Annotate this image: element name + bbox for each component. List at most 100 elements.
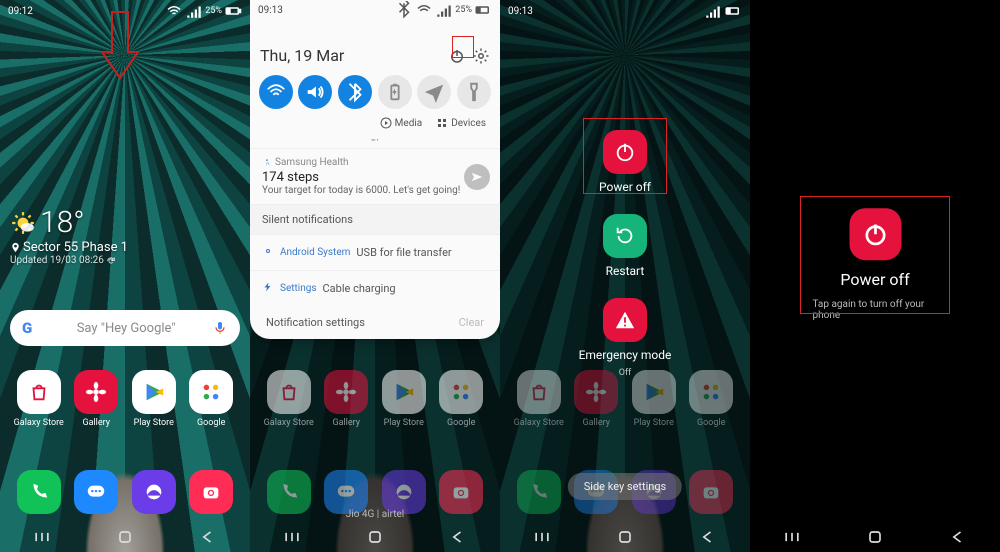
notif-action-icon[interactable] bbox=[464, 164, 490, 190]
alert-icon bbox=[603, 298, 647, 342]
side-key-settings-button[interactable]: Side key settings bbox=[568, 473, 682, 500]
silent-notif-row[interactable]: SettingsCable charging bbox=[250, 270, 500, 306]
app-label: Google bbox=[197, 418, 225, 428]
power-option-emergency[interactable]: Emergency mode Off bbox=[579, 298, 672, 378]
devices-button[interactable]: Devices bbox=[436, 117, 486, 129]
status-time: 09:13 bbox=[508, 6, 533, 17]
option-label: Emergency mode bbox=[579, 348, 672, 362]
media-devices-bar: Media Devices bbox=[250, 113, 500, 137]
notification-samsung-health[interactable]: Samsung Health 174 steps Your target for… bbox=[250, 148, 500, 204]
msg-icon bbox=[324, 470, 368, 514]
recents-button[interactable] bbox=[532, 527, 552, 547]
app-label: Gallery bbox=[82, 418, 110, 428]
google-logo-icon: G bbox=[22, 319, 32, 337]
flower-icon bbox=[324, 370, 368, 414]
notification-panel[interactable]: 09:13 25% Thu, 19 Mar Media bbox=[250, 0, 500, 339]
bag-icon bbox=[267, 370, 311, 414]
app-browser[interactable] bbox=[127, 470, 181, 514]
app-camera[interactable] bbox=[184, 470, 238, 514]
power-icon-highlight-annotation bbox=[452, 36, 474, 58]
recents-button[interactable] bbox=[782, 527, 802, 547]
app-camera[interactable] bbox=[434, 470, 488, 514]
option-sublabel: Off bbox=[619, 368, 631, 378]
status-right: 25% bbox=[165, 2, 242, 20]
app-play-store[interactable]: Play Store bbox=[127, 370, 181, 428]
app-google[interactable]: Google bbox=[184, 370, 238, 428]
silent-notif-row[interactable]: Android SystemUSB for file transfer bbox=[250, 234, 500, 270]
phone-icon bbox=[267, 470, 311, 514]
qs-torch[interactable] bbox=[457, 75, 491, 109]
recents-button[interactable] bbox=[32, 527, 52, 547]
qs-bt[interactable] bbox=[338, 75, 372, 109]
back-button[interactable] bbox=[198, 527, 218, 547]
notification-settings-link[interactable]: Notification settings bbox=[266, 316, 365, 329]
search-placeholder: Say "Hey Google" bbox=[40, 321, 212, 336]
back-button[interactable] bbox=[948, 527, 968, 547]
notif-title: 174 steps bbox=[262, 170, 488, 185]
qs-plane[interactable] bbox=[417, 75, 451, 109]
home-button[interactable] bbox=[365, 527, 385, 547]
qs-wifi[interactable] bbox=[259, 75, 293, 109]
app-phone[interactable] bbox=[262, 470, 316, 514]
panel-footer: Notification settings Clear bbox=[250, 306, 500, 339]
app-msg[interactable] bbox=[319, 470, 373, 514]
app-label: Play Store bbox=[384, 418, 424, 428]
swipe-down-arrow-annotation bbox=[100, 10, 140, 80]
app-label: Play Store bbox=[134, 418, 174, 428]
dock-row-bg bbox=[250, 470, 500, 514]
battery-icon bbox=[224, 2, 242, 20]
power-option-restart[interactable]: Restart bbox=[603, 214, 647, 278]
nav-bar bbox=[500, 522, 750, 552]
app-play-store[interactable]: Play Store bbox=[377, 370, 431, 428]
msg-icon bbox=[74, 470, 118, 514]
back-button[interactable] bbox=[448, 527, 468, 547]
app-browser[interactable] bbox=[377, 470, 431, 514]
app-galaxy-store[interactable]: Galaxy Store bbox=[12, 370, 66, 428]
play-icon bbox=[132, 370, 176, 414]
home-button[interactable] bbox=[865, 527, 885, 547]
home-button[interactable] bbox=[115, 527, 135, 547]
signal-icon bbox=[435, 1, 453, 19]
confirm-highlight-annotation bbox=[800, 196, 950, 314]
mic-icon[interactable] bbox=[212, 320, 228, 336]
back-button[interactable] bbox=[698, 527, 718, 547]
weather-widget[interactable]: 18° Sector 55 Phase 1 Updated 19/03 08:2… bbox=[10, 205, 128, 266]
qs-saver[interactable] bbox=[378, 75, 412, 109]
recents-button[interactable] bbox=[282, 527, 302, 547]
media-button[interactable]: Media bbox=[380, 117, 423, 129]
battery-pct: 25% bbox=[455, 5, 472, 15]
nav-bar bbox=[750, 522, 1000, 552]
settings-gear-icon[interactable] bbox=[472, 47, 490, 65]
app-phone[interactable] bbox=[12, 470, 66, 514]
grid-icon bbox=[189, 370, 233, 414]
clear-notifications-button[interactable]: Clear bbox=[459, 316, 484, 329]
battery-icon bbox=[724, 2, 742, 20]
dock-row bbox=[0, 470, 250, 514]
bag-icon bbox=[17, 370, 61, 414]
phone-icon bbox=[17, 470, 61, 514]
play-icon bbox=[380, 117, 392, 129]
location: Sector 55 Phase 1 bbox=[23, 240, 128, 255]
app-gallery[interactable]: Gallery bbox=[319, 370, 373, 428]
app-google[interactable]: Google bbox=[434, 370, 488, 428]
page-indicator: ━ • bbox=[250, 137, 500, 148]
option-label: Restart bbox=[606, 264, 645, 278]
app-label: Google bbox=[447, 418, 475, 428]
status-time: 09:13 bbox=[258, 5, 283, 16]
app-galaxy-store[interactable]: Galaxy Store bbox=[262, 370, 316, 428]
notif-source: Android System bbox=[280, 247, 350, 258]
power-menu: Power offRestartEmergency modeOff bbox=[500, 0, 750, 552]
grid-icon bbox=[439, 370, 483, 414]
browser-icon bbox=[132, 470, 176, 514]
app-label: Galaxy Store bbox=[264, 418, 314, 428]
app-label: Gallery bbox=[332, 418, 360, 428]
notif-source: Settings bbox=[280, 283, 317, 294]
screen-home: 09:12 25% 18° Sector 55 Phase 1 Updated … bbox=[0, 0, 250, 552]
qs-sound[interactable] bbox=[298, 75, 332, 109]
app-msg[interactable] bbox=[69, 470, 123, 514]
home-button[interactable] bbox=[615, 527, 635, 547]
app-gallery[interactable]: Gallery bbox=[69, 370, 123, 428]
pin-icon bbox=[10, 242, 21, 253]
app-label: Galaxy Store bbox=[14, 418, 64, 428]
google-search-bar[interactable]: G Say "Hey Google" bbox=[10, 310, 240, 346]
